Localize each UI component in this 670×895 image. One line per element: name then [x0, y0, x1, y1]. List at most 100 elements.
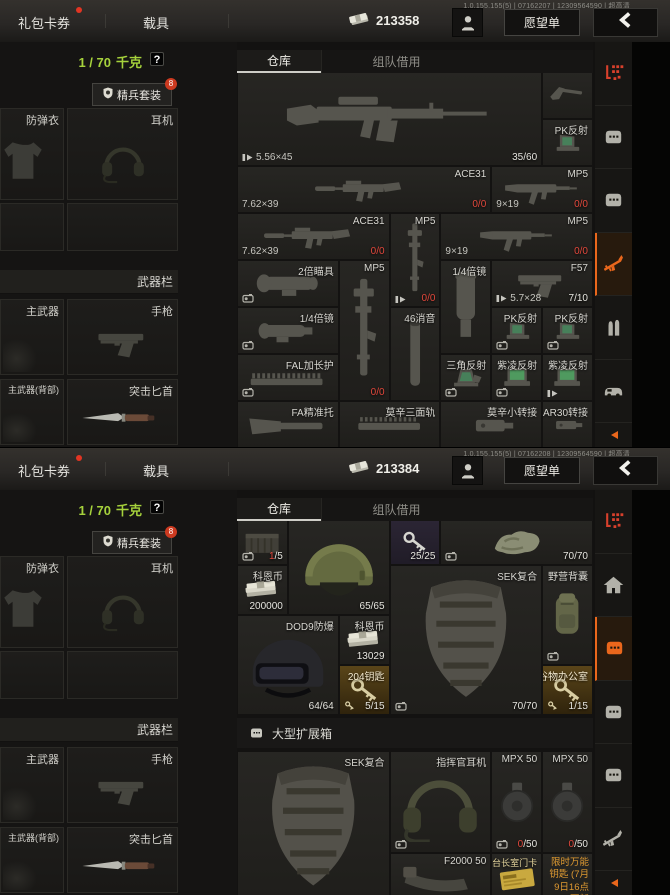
inventory-cell-item[interactable]: MP5 0/0	[390, 214, 440, 306]
inventory-cell-item[interactable]: PK反射	[492, 308, 542, 353]
tab-team-borrow[interactable]: 组队借用	[321, 498, 471, 521]
sidebar-item-rifle[interactable]	[595, 232, 632, 296]
slot-headset[interactable]: 耳机	[67, 556, 178, 648]
wishlist-button[interactable]: 愿望单	[504, 9, 580, 36]
inventory-cell-item[interactable]: 三角反射	[441, 355, 491, 400]
inventory-cell-item[interactable]: PK反射	[543, 308, 592, 353]
slot-headset[interactable]: 耳机	[67, 108, 178, 200]
collapse-arrow-icon[interactable]	[595, 423, 632, 447]
sidebar-item-home[interactable]	[595, 554, 632, 617]
inventory-cell-item[interactable]: 紫凌反射	[492, 355, 542, 400]
slot-pistol[interactable]: 手枪	[67, 299, 178, 375]
slot-knife[interactable]: 突击匕首	[67, 827, 178, 893]
caliber-label: 9×19	[496, 199, 519, 210]
inventory-cell-item[interactable]: MPX 50 0/50	[543, 752, 592, 852]
inventory-cell-item[interactable]: 台长室门卡	[492, 854, 542, 895]
inventory-cell-item[interactable]: FA精准托	[238, 402, 338, 447]
inventory-cell-item[interactable]: MP5 9×19 0/0	[441, 214, 592, 259]
back-button[interactable]	[593, 8, 658, 37]
elite-set-button[interactable]: 精兵套装 8	[92, 78, 177, 106]
caliber-label: 5.56×45	[242, 152, 292, 163]
wishlist-button[interactable]: 愿望单	[504, 457, 580, 484]
slot-primary-back[interactable]: 主武器(背部)	[0, 827, 64, 893]
home-icon	[603, 575, 624, 595]
inventory-cell-item[interactable]: 野营背囊	[543, 566, 592, 664]
sidebar-item-pouch[interactable]	[595, 744, 632, 808]
count-label: 1/15	[568, 701, 588, 712]
sidebar-item-pouch[interactable]	[595, 106, 632, 169]
slot-empty[interactable]	[67, 203, 178, 251]
inventory-cell-item[interactable]: SEK复合 70/70	[390, 566, 542, 714]
inventory-cell-item[interactable]: ACE31 7.62×39 0/0	[238, 214, 389, 259]
inventory-cell-item[interactable]: AR30转接	[543, 402, 592, 447]
sidebar-item-ammo[interactable]	[595, 296, 632, 360]
slot-pistol[interactable]: 手枪	[67, 747, 178, 823]
back-button[interactable]	[593, 456, 658, 485]
slot-primary-weapon[interactable]: 主武器	[0, 299, 64, 375]
tab-vehicle[interactable]: 载具	[143, 461, 169, 480]
tab-vehicle[interactable]: 载具	[143, 13, 169, 32]
slot-knife[interactable]: 突击匕首	[67, 379, 178, 445]
inventory-cell-item[interactable]: 46消音	[390, 308, 440, 400]
sidebar-item-vehicle[interactable]	[595, 360, 632, 423]
tab-warehouse[interactable]: 仓库	[237, 498, 321, 521]
count-label: 5/15	[365, 701, 385, 712]
help-button[interactable]: ?	[150, 500, 164, 514]
count-label: 70/70	[562, 551, 588, 562]
inventory-cell-item[interactable]: 莫辛三面轨	[339, 402, 440, 447]
gun-vert-icon	[343, 264, 386, 397]
inventory-cell-item[interactable]: 204钥匙 5/15	[339, 666, 389, 714]
merchant-button[interactable]	[452, 8, 483, 37]
tab-gift-coupons[interactable]: 礼包卡券	[18, 7, 83, 32]
sidebar-item-rifle[interactable]	[595, 808, 632, 871]
inventory-cell-item[interactable]: 科恩币 200000	[238, 566, 287, 614]
slot-empty[interactable]	[0, 203, 64, 251]
item-name: 46消音	[404, 314, 436, 325]
sidebar-item-pouch[interactable]	[595, 169, 632, 233]
tab-team-borrow[interactable]: 组队借用	[321, 50, 471, 73]
inventory-cell-item[interactable]: 限时万能钥匙 (7月9日16点更新	[543, 854, 592, 895]
inventory-cell-item[interactable]: 1/4倍镜	[441, 261, 491, 353]
inventory-cell-item[interactable]: 1/4倍镜	[238, 308, 338, 353]
inventory-cell[interactable]: 70/70	[441, 521, 592, 564]
inventory-cell[interactable]: 5.56×45 35/60	[238, 73, 542, 165]
slot-primary-weapon[interactable]: 主武器	[0, 747, 64, 823]
inventory-cell-item[interactable]: 2倍瞄具	[238, 261, 338, 306]
sidebar-item-pouch[interactable]	[595, 681, 632, 744]
inventory-cell-item[interactable]: SEK复合	[238, 752, 389, 895]
inventory-cell-item[interactable]: F57 5.7×28 7/10	[492, 261, 592, 306]
slot-body-armor[interactable]: 防弹衣	[0, 556, 64, 648]
elite-set-button[interactable]: 精兵套装 8	[92, 526, 177, 554]
slot-empty[interactable]	[0, 651, 64, 699]
sidebar-item-sort[interactable]	[595, 490, 632, 554]
inventory-cell-item[interactable]: PK反射	[543, 120, 592, 165]
shield-icon	[103, 87, 113, 102]
help-button[interactable]: ?	[150, 52, 164, 66]
merchant-button[interactable]	[452, 456, 483, 485]
collapse-arrow-icon[interactable]	[595, 871, 632, 895]
sidebar-item-sort[interactable]	[595, 42, 632, 106]
money-amount: 213384	[376, 461, 420, 476]
inventory-cell-item[interactable]: MP5 9×19 0/0	[492, 167, 592, 212]
inventory-cell[interactable]: 1/5	[238, 521, 287, 564]
inventory-cell-item[interactable]: DOD9防爆 64/64	[238, 616, 338, 714]
slot-body-armor[interactable]: 防弹衣	[0, 108, 64, 200]
inventory-cell-item[interactable]: 莫辛小转接	[441, 402, 542, 447]
inventory-cell-item[interactable]: ACE31 7.62×39 0/0	[238, 167, 491, 212]
inventory-cell-item[interactable]: 指挥官耳机	[390, 752, 491, 852]
inventory-cell-item[interactable]: F2000 50	[390, 854, 491, 895]
sidebar-item-pouch[interactable]	[595, 617, 632, 681]
inventory-cell-item[interactable]: MP5 0/0	[339, 261, 389, 400]
inventory-cell-item[interactable]: 谷物办公室 1/15	[543, 666, 592, 714]
inventory-cell[interactable]: 65/65	[288, 521, 389, 614]
inventory-cell-item[interactable]: 紫凌反射	[543, 355, 592, 400]
tab-gift-coupons[interactable]: 礼包卡券	[18, 455, 83, 480]
tab-warehouse[interactable]: 仓库	[237, 50, 321, 73]
slot-empty[interactable]	[67, 651, 178, 699]
inventory-cell[interactable]: 25/25	[390, 521, 440, 564]
slot-primary-back[interactable]: 主武器(背部)	[0, 379, 64, 445]
inventory-cell-item[interactable]: 科恩币 13029	[339, 616, 389, 664]
inventory-cell[interactable]	[543, 73, 592, 118]
inventory-cell-item[interactable]: FAL加长护	[238, 355, 338, 400]
inventory-cell-item[interactable]: MPX 50 0/50	[492, 752, 542, 852]
